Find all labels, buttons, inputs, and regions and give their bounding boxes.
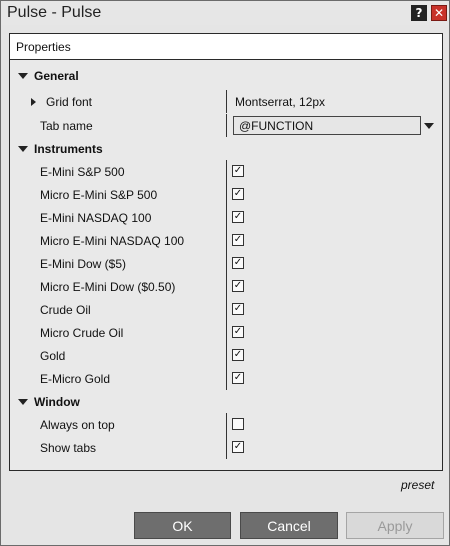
- column-divider: [226, 206, 227, 229]
- close-button[interactable]: ✕: [431, 5, 447, 21]
- property-label: Always on top: [40, 418, 115, 432]
- apply-button[interactable]: Apply: [346, 512, 444, 539]
- column-divider: [226, 90, 227, 113]
- grid-font-value[interactable]: Montserrat, 12px: [235, 95, 325, 109]
- instrument-row: Micro E-Mini Dow ($0.50) ✓: [10, 275, 442, 298]
- caret-down-icon[interactable]: [18, 399, 28, 405]
- caret-down-icon[interactable]: [18, 73, 28, 79]
- column-divider: [226, 275, 227, 298]
- instrument-label: Crude Oil: [40, 303, 91, 317]
- instrument-row: Gold ✓: [10, 344, 442, 367]
- instrument-row: E-Micro Gold ✓: [10, 367, 442, 390]
- property-label: Grid font: [46, 95, 93, 109]
- properties-panel: Properties General Grid font Montserrat,…: [9, 33, 443, 471]
- instrument-label: E-Mini NASDAQ 100: [40, 211, 152, 225]
- instrument-checkbox[interactable]: ✓: [232, 326, 244, 338]
- instrument-row: Micro E-Mini S&P 500 ✓: [10, 183, 442, 206]
- column-divider: [226, 183, 227, 206]
- instrument-label: E-Mini S&P 500: [40, 165, 125, 179]
- property-label: Show tabs: [40, 441, 97, 455]
- cancel-button[interactable]: Cancel: [240, 512, 338, 539]
- tab-name-combobox[interactable]: @FUNCTION: [233, 116, 421, 135]
- instrument-row: Micro Crude Oil ✓: [10, 321, 442, 344]
- instrument-checkbox[interactable]: ✓: [232, 372, 244, 384]
- instrument-checkbox[interactable]: ✓: [232, 165, 244, 177]
- category-instruments[interactable]: Instruments: [10, 137, 442, 160]
- column-divider: [226, 413, 227, 436]
- column-divider: [226, 229, 227, 252]
- property-show-tabs: Show tabs ✓: [10, 436, 442, 459]
- help-button[interactable]: ?: [411, 5, 427, 21]
- panel-title: Properties: [16, 40, 71, 54]
- show-tabs-checkbox[interactable]: ✓: [232, 441, 244, 453]
- column-divider: [226, 367, 227, 390]
- instrument-checkbox[interactable]: ✓: [232, 234, 244, 246]
- column-divider: [226, 114, 227, 137]
- column-divider: [226, 298, 227, 321]
- instrument-label: Micro E-Mini S&P 500: [40, 188, 158, 202]
- ok-button[interactable]: OK: [134, 512, 231, 539]
- caret-down-icon[interactable]: [18, 146, 28, 152]
- category-general[interactable]: General: [10, 64, 442, 87]
- instrument-label: E-Micro Gold: [40, 372, 111, 386]
- title-bar: Pulse - Pulse ? ✕: [1, 1, 449, 25]
- always-on-top-checkbox[interactable]: [232, 418, 244, 430]
- category-label: General: [34, 69, 79, 83]
- instrument-checkbox[interactable]: ✓: [232, 303, 244, 315]
- caret-right-icon[interactable]: [31, 98, 36, 106]
- properties-dialog: Pulse - Pulse ? ✕ Properties General Gri…: [0, 0, 450, 546]
- instrument-checkbox[interactable]: ✓: [232, 349, 244, 361]
- instrument-row: E-Mini Dow ($5) ✓: [10, 252, 442, 275]
- instrument-checkbox[interactable]: ✓: [232, 257, 244, 269]
- instrument-row: E-Mini NASDAQ 100 ✓: [10, 206, 442, 229]
- category-window[interactable]: Window: [10, 390, 442, 413]
- instrument-label: Gold: [40, 349, 66, 363]
- column-divider: [226, 321, 227, 344]
- property-always-on-top: Always on top: [10, 413, 442, 436]
- column-divider: [226, 252, 227, 275]
- instrument-row: E-Mini S&P 500 ✓: [10, 160, 442, 183]
- window-title: Pulse - Pulse: [7, 4, 102, 21]
- panel-header: Properties: [10, 34, 442, 60]
- instrument-checkbox[interactable]: ✓: [232, 280, 244, 292]
- property-tab-name: Tab name @FUNCTION: [10, 114, 442, 137]
- column-divider: [226, 436, 227, 459]
- category-label: Window: [34, 395, 80, 409]
- instrument-checkbox[interactable]: ✓: [232, 188, 244, 200]
- column-divider: [226, 160, 227, 183]
- column-divider: [226, 344, 227, 367]
- instrument-label: E-Mini Dow ($5): [40, 257, 127, 271]
- property-label: Tab name: [40, 119, 93, 133]
- instrument-label: Micro Crude Oil: [40, 326, 124, 340]
- instrument-label: Micro E-Mini NASDAQ 100: [40, 234, 185, 248]
- instrument-label: Micro E-Mini Dow ($0.50): [40, 280, 176, 294]
- preset-link[interactable]: preset: [401, 478, 434, 492]
- category-label: Instruments: [34, 142, 103, 156]
- tab-name-value: @FUNCTION: [239, 119, 314, 133]
- property-grid-font[interactable]: Grid font Montserrat, 12px: [10, 90, 442, 113]
- instrument-checkbox[interactable]: ✓: [232, 211, 244, 223]
- chevron-down-icon[interactable]: [424, 123, 434, 129]
- instrument-row: Crude Oil ✓: [10, 298, 442, 321]
- instrument-row: Micro E-Mini NASDAQ 100 ✓: [10, 229, 442, 252]
